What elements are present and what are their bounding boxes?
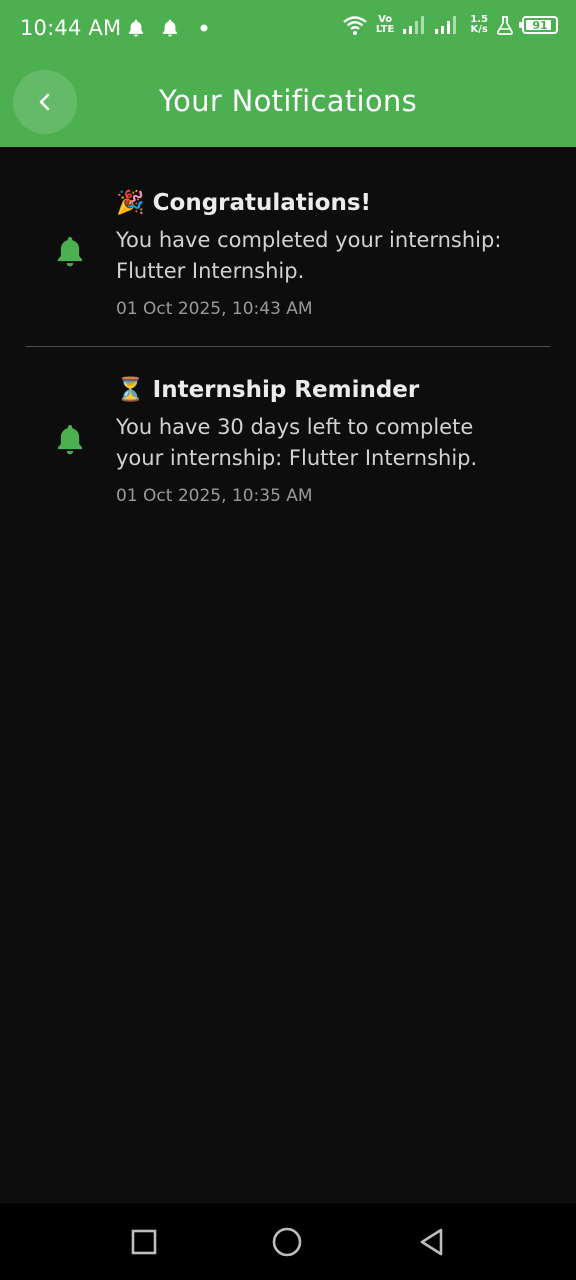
notification-title-text: Internship Reminder	[152, 377, 420, 403]
bell-icon	[162, 19, 178, 37]
status-bar: 10:44 AM Vo LTE 1.5 K/s 91	[0, 0, 576, 58]
signal-icon	[435, 16, 457, 34]
notification-title: 🎉 Congratulations!	[116, 189, 371, 216]
bell-icon	[128, 19, 144, 37]
network-speed-unit: K/s	[470, 24, 488, 35]
network-speed: 1.5 K/s	[470, 15, 488, 35]
battery-icon: 91	[519, 16, 558, 34]
notification-item[interactable]: ⏳ Internship Reminder You have 30 days le…	[0, 347, 576, 537]
notification-timestamp: 01 Oct 2025, 10:35 AM	[116, 486, 313, 506]
app-bar: Your Notifications	[0, 58, 576, 147]
network-type: Vo LTE	[376, 15, 394, 35]
page-title: Your Notifications	[158, 84, 418, 118]
notification-item[interactable]: 🎉 Congratulations! You have completed you…	[0, 147, 576, 347]
signal-icon	[403, 16, 425, 34]
battery-level: 91	[532, 18, 548, 32]
notification-timestamp: 01 Oct 2025, 10:43 AM	[116, 299, 313, 319]
status-notification-icons	[126, 17, 214, 39]
bell-icon	[57, 424, 83, 455]
flask-icon	[497, 16, 513, 35]
back-nav-button[interactable]	[415, 1225, 449, 1259]
recents-square-icon	[131, 1229, 157, 1255]
network-type-bottom: LTE	[375, 24, 395, 35]
wifi-icon	[343, 16, 367, 35]
back-triangle-icon	[420, 1228, 443, 1256]
system-navigation-bar	[0, 1203, 576, 1280]
home-circle-icon	[272, 1227, 302, 1257]
recents-button[interactable]	[127, 1225, 161, 1259]
notification-title-text: Congratulations!	[152, 190, 372, 216]
notification-body: You have completed your internship: Flut…	[116, 228, 502, 283]
bell-icon	[57, 236, 83, 267]
notification-title: ⏳ Internship Reminder	[116, 376, 419, 403]
hourglass-icon: ⏳	[116, 377, 145, 403]
dot-icon	[200, 24, 208, 32]
status-system-icons: Vo LTE 1.5 K/s 91	[342, 14, 558, 36]
party-popper-icon: 🎉	[116, 190, 145, 216]
notification-body: You have 30 days left to complete your i…	[116, 415, 478, 470]
status-time: 10:44 AM	[20, 16, 122, 40]
home-button[interactable]	[270, 1225, 304, 1259]
notification-list: 🎉 Congratulations! You have completed you…	[0, 147, 576, 537]
